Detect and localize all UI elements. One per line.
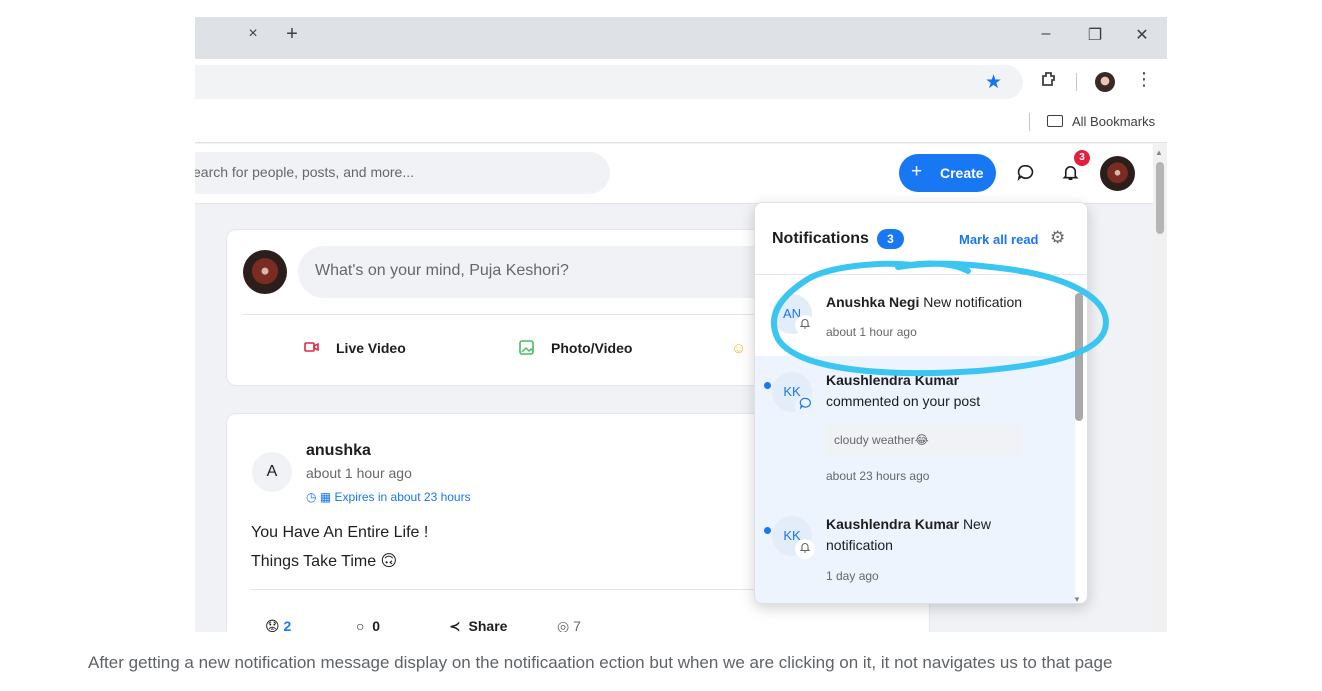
clock-icon: ◷ [306, 490, 317, 504]
post-author-avatar[interactable]: A [252, 452, 292, 492]
reaction-count: 2 [283, 618, 292, 632]
comment-button[interactable]: ○ 0 [356, 618, 380, 632]
user-avatar[interactable] [1100, 156, 1135, 191]
toolbar-separator [1076, 73, 1077, 91]
eye-icon: ◎ [557, 618, 570, 632]
notifications-count-badge: 3 [877, 229, 904, 249]
notification-item[interactable]: KK Kaushlendra Kumar New notification 1 … [755, 500, 1075, 603]
unread-dot [764, 527, 771, 534]
notification-badge: 3 [1074, 150, 1090, 166]
minimize-icon[interactable]: – [1031, 25, 1061, 43]
live-video-button[interactable]: Live Video [336, 340, 406, 356]
restore-icon[interactable]: ❐ [1080, 25, 1110, 45]
views-value: 7 [573, 618, 581, 632]
whats-on-your-mind-input[interactable]: What's on your mind, Puja Keshori? [298, 246, 818, 298]
app-header: earch for people, posts, and more... + C… [195, 144, 1155, 204]
share-button[interactable]: ≺ Share [449, 618, 507, 632]
search-placeholder: earch for people, posts, and more... [195, 164, 415, 180]
browser-profile-avatar[interactable] [1095, 72, 1115, 92]
comment-count: 0 [372, 618, 381, 632]
screenshot: × + – ❐ ✕ ★ ⋮ All Bookmarks earch for pe… [195, 17, 1167, 632]
folder-icon [1047, 115, 1063, 127]
extensions-icon[interactable] [1040, 70, 1058, 93]
mark-all-read-button[interactable]: Mark all read [959, 232, 1039, 247]
bookmarks-separator [1029, 113, 1030, 131]
composer-avatar [243, 250, 287, 294]
bookmarks-bar: All Bookmarks [195, 105, 1167, 143]
post-expiry: ◷ ▦ Expires in about 23 hours [306, 490, 471, 504]
sad-reaction-icon: 😟 [265, 618, 280, 632]
notification-time: 1 day ago [826, 569, 879, 583]
all-bookmarks-link[interactable]: All Bookmarks [1072, 114, 1155, 129]
address-bar[interactable] [195, 65, 1023, 99]
post-composer: What's on your mind, Puja Keshori? Live … [226, 229, 818, 386]
calendar-icon: ▦ [319, 490, 332, 504]
video-camera-icon [304, 340, 320, 357]
notification-sender: Kaushlendra Kumar [826, 516, 960, 532]
post-timestamp: about 1 hour ago [306, 465, 412, 481]
comment-icon [795, 396, 815, 416]
notification-text: Kaushlendra Kumar New notification [826, 514, 1046, 556]
notifications-title: Notifications [772, 230, 869, 247]
post-text-line1: You Have An Entire Life ! [251, 524, 429, 541]
post-text-line2: Things Take Time 🙃 [251, 553, 398, 570]
browser-toolbar: ★ ⋮ [195, 59, 1167, 105]
settings-gear-icon[interactable]: ⚙ [1050, 228, 1065, 248]
scroll-down-arrow-icon[interactable]: ▼ [1073, 595, 1081, 603]
bell-icon [795, 539, 815, 559]
share-label: Share [468, 618, 508, 632]
issue-caption: After getting a new notification message… [88, 653, 1113, 672]
notification-time: about 23 hours ago [826, 469, 930, 483]
photo-icon [519, 340, 534, 358]
notifications-bell-icon[interactable] [1061, 163, 1080, 188]
feeling-icon[interactable]: ☺ [731, 340, 746, 357]
tab-close-icon[interactable]: × [243, 25, 263, 43]
comment-preview: cloudy weather😂 [826, 425, 1022, 455]
expiry-text: Expires in about 23 hours [334, 490, 471, 504]
browser-tabstrip: × + – ❐ ✕ [195, 17, 1167, 59]
view-count: ◎ 7 [557, 618, 581, 632]
create-label: Create [940, 165, 984, 181]
new-tab-icon[interactable]: + [281, 23, 303, 46]
search-input[interactable]: earch for people, posts, and more... [195, 152, 610, 194]
window-close-icon[interactable]: ✕ [1127, 25, 1157, 45]
bookmark-star-icon[interactable]: ★ [985, 71, 1002, 94]
post-author-name[interactable]: anushka [306, 442, 371, 460]
messages-icon[interactable] [1016, 163, 1035, 188]
comment-icon: ○ [356, 618, 365, 632]
scroll-up-arrow-icon[interactable]: ▲ [1155, 148, 1163, 157]
plus-icon: + [911, 161, 923, 182]
highlight-annotation [771, 260, 1109, 377]
page-scrollbar-thumb[interactable] [1156, 162, 1164, 234]
composer-placeholder: What's on your mind, Puja Keshori? [315, 262, 569, 279]
browser-menu-icon[interactable]: ⋮ [1135, 69, 1153, 90]
photo-video-button[interactable]: Photo/Video [551, 340, 632, 356]
create-button[interactable]: + Create [899, 154, 996, 192]
reaction-button[interactable]: 😟 2 [265, 618, 291, 632]
share-icon: ≺ [449, 618, 461, 632]
composer-divider [243, 314, 773, 315]
